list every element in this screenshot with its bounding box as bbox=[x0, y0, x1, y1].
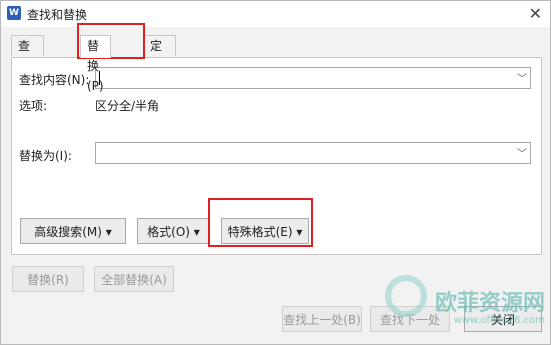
special-format-button[interactable]: 特殊格式(E) ▾ bbox=[221, 218, 309, 244]
find-input[interactable]: ﹀ bbox=[95, 67, 531, 89]
tab-replace[interactable]: 替换(P) bbox=[80, 35, 111, 93]
tab-goto[interactable]: 定位(G) bbox=[143, 35, 176, 93]
close-icon[interactable]: ✕ bbox=[529, 4, 542, 23]
dropdown-arrow-icon: ▾ bbox=[296, 225, 303, 239]
options-value: 区分全/半角 bbox=[95, 99, 160, 113]
dialog-title: 查找和替换 bbox=[27, 8, 88, 22]
watermark-logo-icon bbox=[384, 275, 427, 317]
options-label: 选项: bbox=[19, 99, 48, 113]
chevron-down-icon[interactable]: ﹀ bbox=[517, 145, 527, 160]
wps-writer-icon: W bbox=[7, 6, 21, 20]
dropdown-arrow-icon: ▾ bbox=[193, 225, 200, 239]
replace-label: 替换为(I): bbox=[19, 149, 72, 163]
replace-all-button[interactable]: 全部替换(A) bbox=[94, 266, 174, 292]
find-replace-dialog: W 查找和替换 ✕ 查找(D) 替换(P) 定位(G) 查找内容(N): ﹀ 选… bbox=[0, 0, 551, 345]
find-previous-button[interactable]: 查找上一处(B) bbox=[282, 306, 362, 332]
find-label: 查找内容(N): bbox=[19, 73, 90, 87]
replace-input[interactable]: ﹀ bbox=[95, 142, 531, 164]
format-label: 格式(O) bbox=[147, 225, 190, 239]
expand-icon: ▾ bbox=[105, 225, 112, 239]
replace-button[interactable]: 替换(R) bbox=[12, 266, 84, 292]
chevron-down-icon[interactable]: ﹀ bbox=[517, 70, 527, 85]
title-bar: W 查找和替换 ✕ bbox=[1, 1, 550, 27]
watermark-text: 欧菲资源网 bbox=[434, 291, 545, 316]
special-format-label: 特殊格式(E) bbox=[227, 225, 293, 239]
watermark: 欧菲资源网 www.office26.com bbox=[384, 275, 546, 326]
advanced-search-button[interactable]: 高级搜索(M) ▾ bbox=[20, 218, 126, 244]
watermark-url: www.office26.com bbox=[453, 315, 546, 326]
tab-find[interactable]: 查找(D) bbox=[11, 35, 44, 93]
advanced-search-label: 高级搜索(M) bbox=[34, 225, 102, 239]
format-button[interactable]: 格式(O) ▾ bbox=[137, 218, 210, 244]
